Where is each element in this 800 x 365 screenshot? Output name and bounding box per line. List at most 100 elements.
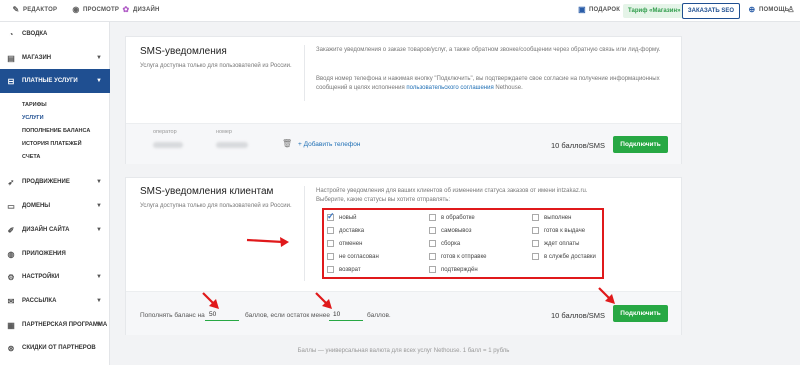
operator-label: оператор <box>153 129 177 135</box>
partner-icon: ▦ <box>7 320 15 330</box>
checkbox[interactable] <box>327 253 334 260</box>
chevron-down-icon: ▼ <box>96 78 102 84</box>
status-checkbox-confirmed[interactable]: подтверждён <box>429 266 478 273</box>
consent-text-end: Nethouse. <box>493 85 523 91</box>
status-checkbox-delivery[interactable]: доставка <box>327 227 364 234</box>
sidebar-item-paid-services[interactable]: ⊟ ПЛАТНЫЕ УСЛУГИ ▼ <box>0 69 110 93</box>
cart-icon: ⊟ <box>7 76 15 86</box>
sidebar-item-apps[interactable]: ◍ ПРИЛОЖЕНИЯ <box>0 244 110 264</box>
editor-tab[interactable]: ✎ РЕДАКТОР <box>12 6 57 14</box>
status-checkbox-completed[interactable]: выполнен <box>532 214 571 221</box>
status-checkbox-processing[interactable]: в обработке <box>429 214 475 221</box>
design-label: ДИЗАЙН <box>133 7 160 13</box>
sidebar-sub-tariffs[interactable]: ТАРИФЫ <box>22 102 47 108</box>
user-menu[interactable]: ♙ <box>787 6 795 14</box>
checkbox[interactable] <box>327 240 334 247</box>
sidebar-item-partner[interactable]: ▦ ПАРТНЕРСКАЯ ПРОГРАММА ▼ <box>0 315 110 335</box>
sidebar-sub-history[interactable]: ИСТОРИЯ ПЛАТЕЖЕЙ <box>22 141 82 147</box>
checkbox[interactable] <box>327 266 334 273</box>
gift-link[interactable]: ▣ ПОДАРОК <box>578 6 620 14</box>
brush-icon: ✐ <box>7 225 15 235</box>
red-arrow-icon <box>202 292 219 309</box>
chevron-down-icon: ▼ <box>96 274 102 280</box>
sidebar-item-discounts[interactable]: ⊛ СКИДКИ ОТ ПАРТНЕРОВ <box>0 338 110 358</box>
operator-value-blurred <box>153 142 183 148</box>
editor-label: РЕДАКТОР <box>23 7 58 13</box>
card-description-2: Выберите, какие статусы вы хотите отправ… <box>316 197 451 203</box>
order-seo-button[interactable]: ЗАКАЗАТЬ SEO <box>682 3 740 19</box>
card-title: SMS-уведомления клиентам <box>140 186 274 197</box>
sidebar-item-label: МАГАЗИН <box>22 55 52 61</box>
checkbox[interactable] <box>532 227 539 234</box>
status-checkbox-return[interactable]: возврат <box>327 266 361 273</box>
number-value-blurred <box>216 142 248 148</box>
sidebar-item-site-design[interactable]: ✐ ДИЗАЙН САЙТА ▼ <box>0 220 110 240</box>
checkbox[interactable] <box>327 227 334 234</box>
red-arrow-icon <box>598 287 615 304</box>
connect-button[interactable]: Подключить <box>613 305 668 322</box>
status-checkbox-awaiting-payment[interactable]: ждет оплаты <box>532 240 579 247</box>
checkbox[interactable] <box>532 240 539 247</box>
tariff-badge[interactable]: Тариф «Магазин» <box>623 4 686 18</box>
card-footer: оператор номер 🗑 + Добавить телефон 10 б… <box>126 123 681 164</box>
sidebar-sub-invoices[interactable]: СЧЕТА <box>22 154 40 160</box>
add-phone-link[interactable]: + Добавить телефон <box>298 141 360 148</box>
eye-icon: ◉ <box>72 5 80 14</box>
checkbox[interactable] <box>429 266 436 273</box>
design-tab[interactable]: ✿ ДИЗАЙН <box>122 6 160 14</box>
chevron-down-icon: ▼ <box>96 203 102 209</box>
checkbox[interactable] <box>429 253 436 260</box>
apps-icon: ◍ <box>7 249 15 259</box>
checkbox[interactable] <box>429 240 436 247</box>
help-label: ПОМОЩЬ <box>759 7 790 13</box>
sidebar-item-domains[interactable]: ▭ ДОМЕНЫ ▼ <box>0 196 110 216</box>
status-checkbox-ready-to-ship[interactable]: готов к отправке <box>429 253 487 260</box>
status-checkbox-ready-for-pickup[interactable]: готов к выдаче <box>532 227 585 234</box>
user-agreement-link[interactable]: пользовательского соглашения <box>406 85 493 91</box>
user-icon: ♙ <box>787 5 795 14</box>
sidebar-item-promotion[interactable]: ➶ ПРОДВИЖЕНИЕ ▼ <box>0 172 110 192</box>
balance-text-mid: баллов, если остаток менее <box>245 312 330 319</box>
checkbox-checked[interactable] <box>327 211 335 222</box>
checkbox[interactable] <box>532 214 539 221</box>
sidebar-item-settings[interactable]: ⚙ НАСТРОЙКИ ▼ <box>0 267 110 287</box>
domain-icon: ▭ <box>7 201 15 211</box>
trash-icon[interactable]: 🗑 <box>282 139 292 148</box>
checkbox[interactable] <box>429 227 436 234</box>
sidebar-item-label: СВОДКА <box>22 31 48 37</box>
chevron-down-icon: ▼ <box>96 179 102 185</box>
status-label: возврат <box>339 266 361 273</box>
sidebar-sub-services[interactable]: УСЛУГИ <box>22 115 44 121</box>
balance-text-end: баллов. <box>367 312 391 319</box>
checkbox[interactable] <box>532 253 539 260</box>
sidebar-item-label: НАСТРОЙКИ <box>22 274 60 280</box>
preview-tab[interactable]: ◉ ПРОСМОТР <box>72 6 119 14</box>
connect-button[interactable]: Подключить <box>613 136 668 153</box>
chevron-down-icon: ▼ <box>96 227 102 233</box>
sidebar-item-label: ПЛАТНЫЕ УСЛУГИ <box>22 78 78 84</box>
status-checkbox-not-agreed[interactable]: не согласован <box>327 253 379 260</box>
top-bar: ✎ РЕДАКТОР ◉ ПРОСМОТР ✿ ДИЗАЙН ▣ ПОДАРОК… <box>0 0 800 22</box>
help-link[interactable]: ⊕ ПОМОЩЬ <box>748 6 790 14</box>
status-checkbox-cancelled[interactable]: отменен <box>327 240 362 247</box>
chevron-down-icon: ▼ <box>96 322 102 328</box>
card-consent: Вводя номер телефона и нажимая кнопку "П… <box>316 75 672 93</box>
sidebar-sub-topup[interactable]: ПОПОЛНЕНИЕ БАЛАНСА <box>22 128 90 134</box>
status-checkbox-in-delivery-service[interactable]: в службе доставки <box>532 253 596 260</box>
sidebar-item-summary[interactable]: ◔ СВОДКА <box>0 24 110 44</box>
pencil-icon: ✎ <box>12 5 20 14</box>
palette-icon: ✿ <box>122 5 130 14</box>
gift-icon: ▣ <box>578 5 586 14</box>
price-label: 10 баллов/SMS <box>551 311 606 320</box>
shop-icon: ▤ <box>7 53 15 63</box>
status-label: новый <box>339 214 357 221</box>
status-label: доставка <box>339 227 365 234</box>
sms-notifications-card: SMS-уведомления Услуга доступна только д… <box>125 36 682 164</box>
sidebar-item-shop[interactable]: ▤ МАГАЗИН ▼ <box>0 48 110 68</box>
sidebar-item-mailing[interactable]: ✉ РАССЫЛКА ▼ <box>0 291 110 311</box>
status-checkbox-assembly[interactable]: сборка <box>429 240 460 247</box>
status-checkbox-new[interactable]: новый <box>327 211 357 222</box>
checkbox[interactable] <box>429 214 436 221</box>
chevron-down-icon: ▼ <box>96 55 102 61</box>
status-checkbox-pickup[interactable]: самовывоз <box>429 227 471 234</box>
